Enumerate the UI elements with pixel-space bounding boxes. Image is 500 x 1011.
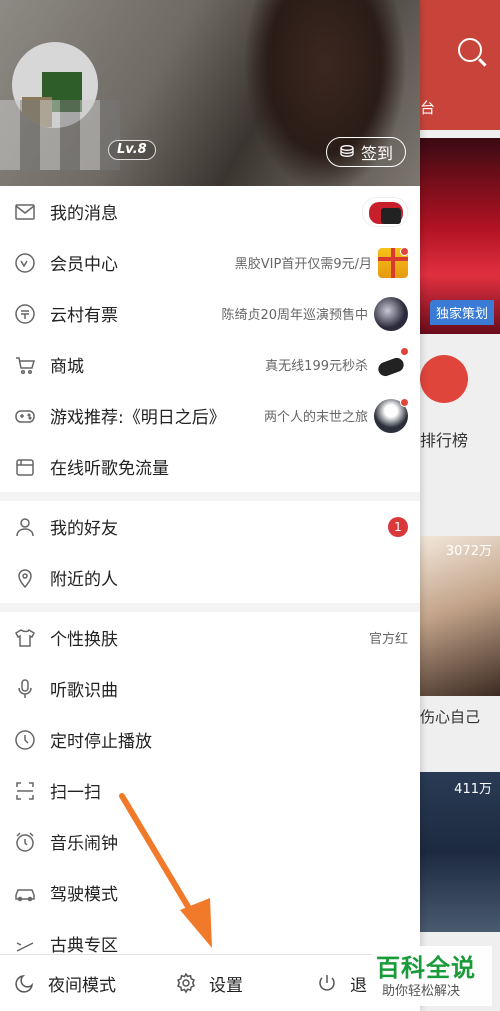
settings-label: 设置 [209,975,243,996]
rank-label: 排行榜 [420,431,469,450]
menu-item-label: 扫一扫 [50,783,101,803]
playlist-title: 伤心自己 [420,708,481,726]
menu-item-vip[interactable]: 会员中心 黑胶VIP首开仅需9元/月 [0,237,420,288]
cart-icon [14,354,36,376]
menu-item-hint: 黑胶VIP首开仅需9元/月 [234,257,372,272]
playlist-card[interactable] [420,536,500,696]
side-drawer: Lv.8 签到 我的消息 会员中心 黑胶VIP首开仅需9元/月 云村有票 陈绮贞… [0,0,420,1011]
menu-item-free-data[interactable]: 在线听歌免流量 [0,441,420,492]
menu-item-label: 我的消息 [50,204,118,224]
drawer-footer: 夜间模式 设置 退 [0,954,420,1011]
checkin-label: 签到 [360,144,393,163]
section-divider [0,492,420,501]
location-icon [14,567,36,589]
menu-item-tickets[interactable]: 云村有票 陈绮贞20周年巡演预售中 [0,288,420,339]
menu-section-social: 我的好友 1 附近的人 [0,501,420,603]
scan-icon [14,780,36,802]
background-app: 台 独家策划 排行榜 3072万 伤心自己 411万 [420,0,500,1011]
menu-item-label: 会员中心 [50,255,118,275]
menu-item-song-recognition[interactable]: 听歌识曲 [0,663,420,714]
mail-icon [14,201,36,223]
menu-item-driving-mode[interactable]: 驾驶模式 [0,867,420,918]
menu-item-hint: 陈绮贞20周年巡演预售中 [221,308,368,323]
watermark-title: 百科全说 [376,954,476,982]
message-thumbnail [362,196,408,227]
rank-icon[interactable] [420,355,468,403]
gamepad-icon [14,405,36,427]
menu-item-mall[interactable]: 商城 真无线199元秒杀 [0,339,420,390]
section-divider [0,603,420,612]
menu-item-label: 驾驶模式 [50,885,118,905]
exit-button[interactable]: 退 [316,971,367,996]
coins-icon [340,145,354,157]
earbuds-thumbnail [374,346,409,382]
settings-button[interactable]: 设置 [175,971,243,996]
gift-icon [378,246,409,278]
menu-item-label: 听歌识曲 [50,681,118,701]
menu-item-label: 云村有票 [50,306,118,326]
menu-item-label: 个性换肤 [50,630,118,650]
shirt-icon [14,627,36,649]
menu-item-friends[interactable]: 我的好友 1 [0,501,420,552]
classical-icon [14,933,36,955]
search-icon[interactable] [458,38,482,62]
menu-item-messages[interactable]: 我的消息 [0,186,420,237]
menu-item-theme[interactable]: 个性换肤 官方红 [0,612,420,663]
menu-item-hint: 两个人的末世之旅 [263,410,368,425]
theme-value: 官方红 [368,632,408,647]
menu-item-label: 游戏推荐:《明日之后》 [50,408,226,428]
watermark-subtitle: 助你轻松解决 [382,984,461,999]
ticket-icon [14,303,36,325]
power-icon [319,975,335,991]
moon-icon [15,974,34,993]
clock-icon [14,729,36,751]
event-thumbnail [374,296,408,331]
background-tab-partial: 台 [420,99,436,117]
menu-item-label: 音乐闹钟 [50,834,118,854]
watermark: 百科全说 助你轻松解决 [372,946,492,1006]
checkin-button[interactable]: 签到 [326,137,406,167]
profile-header: Lv.8 签到 [0,0,420,186]
night-mode-label: 夜间模式 [48,975,116,996]
menu-section-main: 我的消息 会员中心 黑胶VIP首开仅需9元/月 云村有票 陈绮贞20周年巡演预售… [0,186,420,492]
vip-icon [14,252,36,274]
sim-card-icon [14,456,36,478]
menu-item-label: 商城 [50,357,84,377]
night-mode-button[interactable]: 夜间模式 [14,971,116,996]
mic-icon [14,678,36,700]
menu-item-label: 在线听歌免流量 [50,459,169,479]
gear-icon [177,972,195,994]
menu-item-label: 我的好友 [50,519,118,539]
username-mosaic [0,100,120,170]
game-thumbnail [374,397,409,433]
banner-tag: 独家策划 [429,300,494,325]
car-icon [14,882,36,904]
menu-item-scan[interactable]: 扫一扫 [0,765,420,816]
menu-item-label: 定时停止播放 [50,732,152,752]
alarm-icon [14,831,36,853]
menu-item-alarm[interactable]: 音乐闹钟 [0,816,420,867]
menu-item-nearby[interactable]: 附近的人 [0,552,420,603]
notification-badge: 1 [388,516,408,537]
menu-item-label: 古典专区 [50,936,118,956]
play-count: 411万 [454,782,492,797]
menu-section-tools: 个性换肤 官方红 听歌识曲 定时停止播放 扫一扫 音乐闹钟 驾驶模式 古典专区 [0,612,420,969]
menu-item-label: 附近的人 [50,570,118,590]
exit-label: 退 [350,975,367,996]
menu-item-games[interactable]: 游戏推荐:《明日之后》 两个人的末世之旅 [0,390,420,441]
play-count: 3072万 [445,544,492,559]
user-icon [14,516,36,538]
level-badge: Lv.8 [108,140,156,160]
menu-item-sleep-timer[interactable]: 定时停止播放 [0,714,420,765]
menu-item-hint: 真无线199元秒杀 [265,359,368,374]
